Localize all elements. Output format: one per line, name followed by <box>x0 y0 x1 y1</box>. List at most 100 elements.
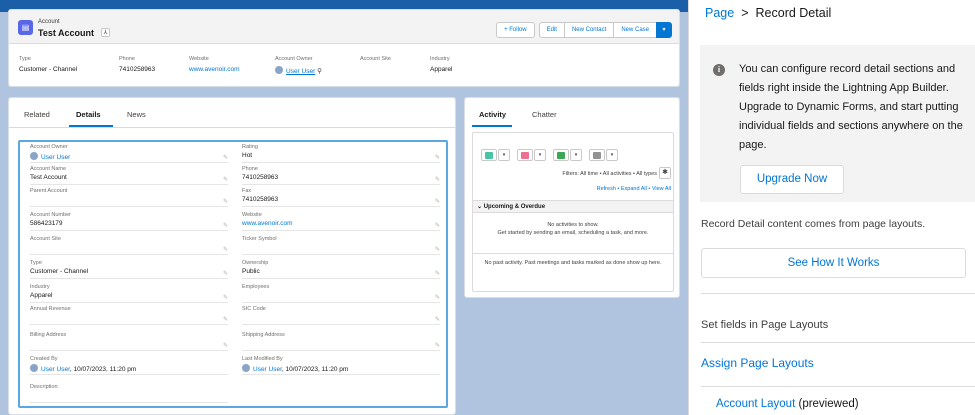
edit-pencil-icon[interactable]: ✎ <box>223 294 228 301</box>
edit-pencil-icon[interactable]: ✎ <box>435 270 440 277</box>
owner-link[interactable]: User User <box>286 68 315 75</box>
detail-field-label: SIC Code <box>242 306 266 312</box>
breadcrumb-page-link[interactable]: Page <box>705 6 734 20</box>
new-task-dropdown[interactable]: ▾ <box>570 149 582 161</box>
detail-field-label: Account Name <box>30 166 67 172</box>
breadcrumb: Page > Record Detail <box>705 6 832 20</box>
breadcrumb-current: Record Detail <box>755 6 832 20</box>
upgrade-now-button[interactable]: Upgrade Now <box>740 165 844 194</box>
timestamp: , 10/07/2023, 11:20 pm <box>281 366 349 373</box>
email-button[interactable] <box>589 149 605 161</box>
detail-field-value <box>30 196 228 205</box>
upcoming-overdue-section[interactable]: ⌄ Upcoming & Overdue <box>473 200 673 213</box>
highlights-fields: Type Customer - Channel Phone 7410258963… <box>19 56 669 86</box>
field-underline <box>242 350 440 351</box>
edit-pencil-icon[interactable]: ✎ <box>223 198 228 205</box>
hierarchy-icon[interactable]: ⅄ <box>101 28 110 37</box>
new-contact-button[interactable]: New Contact <box>563 22 615 38</box>
detail-field: Industry Apparel ✎ <box>30 284 228 303</box>
new-event-dropdown[interactable]: ▾ <box>534 149 546 161</box>
field-underline <box>30 350 228 351</box>
edit-pencil-icon[interactable]: ✎ <box>223 270 228 277</box>
email-dropdown[interactable]: ▾ <box>606 149 618 161</box>
highlights-panel[interactable]: ▤ Account Test Account ⅄ + Follow Edit N… <box>8 9 680 87</box>
change-owner-icon[interactable]: ⚲ <box>317 68 322 75</box>
tab-activity[interactable]: Activity <box>479 110 506 119</box>
panel-divider <box>701 342 975 343</box>
user-link[interactable]: User User <box>41 366 70 373</box>
edit-pencil-icon[interactable]: ✎ <box>223 154 228 161</box>
activity-card: Activity Chatter ▾ ▾ ▾ ▾ Filters: All ti… <box>464 97 680 298</box>
detail-field: Account Number 586423179 ✎ <box>30 212 228 231</box>
log-call-button[interactable] <box>481 149 497 161</box>
field-underline <box>30 254 228 255</box>
account-layout-link[interactable]: Account Layout <box>716 398 795 410</box>
previewed-label: (previewed) <box>798 398 859 410</box>
new-event-button[interactable] <box>517 149 533 161</box>
hl-field-account-owner: Account Owner User User ⚲ <box>275 56 322 75</box>
follow-button[interactable]: + Follow <box>496 22 535 38</box>
detail-field-label: Shipping Address <box>242 332 285 338</box>
activity-timeline: ▾ ▾ ▾ ▾ Filters: All time • All activiti… <box>472 132 674 292</box>
field-underline <box>30 162 228 163</box>
panel-divider <box>701 293 975 294</box>
user-link[interactable]: User User <box>41 154 70 161</box>
edit-pencil-icon[interactable]: ✎ <box>223 246 228 253</box>
user-link[interactable]: User User <box>253 366 282 373</box>
filters-gear-icon[interactable]: ✱ <box>659 167 671 179</box>
edit-pencil-icon[interactable]: ✎ <box>223 176 228 183</box>
tab-details[interactable]: Details <box>76 110 101 119</box>
detail-field-label: Rating <box>242 144 258 150</box>
tab-chatter[interactable]: Chatter <box>532 110 557 119</box>
detail-field: Parent Account ✎ <box>30 188 228 207</box>
detail-field-label: Ticker Symbol <box>242 236 277 242</box>
field-underline <box>30 324 228 325</box>
detail-field-label: Fax <box>242 188 252 194</box>
edit-button[interactable]: Edit <box>538 22 565 38</box>
new-case-button[interactable]: New Case <box>613 22 657 38</box>
edit-pencil-icon[interactable]: ✎ <box>223 342 228 349</box>
edit-pencil-icon[interactable]: ✎ <box>435 294 440 301</box>
detail-field-value <box>242 292 440 301</box>
detail-field: Account Owner User User ✎ <box>30 144 228 163</box>
field-underline <box>242 206 440 207</box>
action-buttons: + Follow Edit New Contact New Case ▾ <box>496 22 672 38</box>
edit-pencil-icon[interactable]: ✎ <box>435 198 440 205</box>
detail-field: Billing Address ✎ <box>30 332 228 351</box>
detail-field: Type Customer - Channel ✎ <box>30 260 228 279</box>
detail-field-value <box>242 244 440 253</box>
detail-field-label: Last Modified By <box>242 356 283 362</box>
assign-page-layouts-link[interactable]: Assign Page Layouts <box>701 356 814 370</box>
record-detail-component[interactable]: Account Owner User User ✎ Account Name Test … <box>18 140 448 408</box>
edit-pencil-icon[interactable]: ✎ <box>435 222 440 229</box>
log-call-dropdown[interactable]: ▾ <box>498 149 510 161</box>
website-link[interactable]: www.avenoir.com <box>189 66 240 73</box>
tab-related[interactable]: Related <box>24 110 50 119</box>
hl-field-phone: Phone 7410258963 <box>119 56 156 73</box>
detail-field-label: Employees <box>242 284 270 290</box>
content-note: Record Detail content comes from page la… <box>701 218 926 230</box>
edit-pencil-icon[interactable]: ✎ <box>435 176 440 183</box>
detail-field-value: Customer - Channel <box>30 268 89 275</box>
website-link[interactable]: www.avenoir.com <box>242 220 440 229</box>
see-how-it-works-button[interactable]: See How It Works <box>701 248 966 278</box>
new-task-button[interactable] <box>553 149 569 161</box>
activity-links[interactable]: Refresh • Expand All • View All <box>597 186 671 192</box>
builder-canvas: ▤ Account Test Account ⅄ + Follow Edit N… <box>0 0 688 415</box>
edit-pencil-icon[interactable]: ✎ <box>435 246 440 253</box>
edit-pencil-icon[interactable]: ✎ <box>435 342 440 349</box>
detail-field-value <box>30 392 228 401</box>
detail-field: Account Site ✎ <box>30 236 228 255</box>
edit-pencil-icon[interactable]: ✎ <box>223 316 228 323</box>
edit-pencil-icon[interactable]: ✎ <box>435 316 440 323</box>
tab-news[interactable]: News <box>127 110 146 119</box>
detail-field-value <box>30 244 228 253</box>
user-avatar-icon <box>30 364 38 372</box>
edit-pencil-icon[interactable]: ✎ <box>223 222 228 229</box>
object-type-label: Account <box>38 19 60 25</box>
detail-field-value: Public <box>242 268 260 275</box>
activity-tabs: Activity Chatter <box>465 98 679 128</box>
past-activity-message: No past activity. Past meetings and task… <box>473 253 673 266</box>
edit-pencil-icon[interactable]: ✎ <box>435 154 440 161</box>
more-actions-dropdown[interactable]: ▾ <box>656 22 672 38</box>
